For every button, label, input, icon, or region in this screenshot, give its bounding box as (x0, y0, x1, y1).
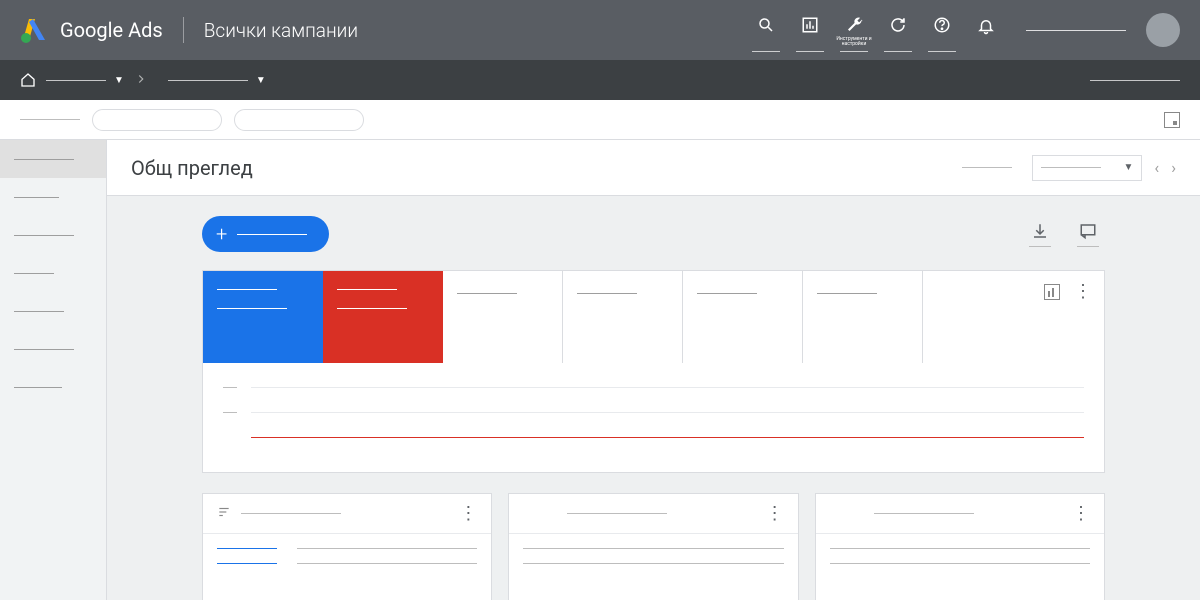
download-icon (1031, 222, 1049, 240)
card-menu-button[interactable]: ⋮ (459, 503, 477, 524)
wrench-icon (844, 15, 864, 35)
chart-area (203, 363, 1104, 472)
scorecard-2[interactable] (323, 271, 443, 363)
sidebar-item-5[interactable] (0, 330, 106, 368)
compare-label (962, 167, 1012, 168)
content-header: Общ преглед ▼ ‹ › (107, 140, 1200, 196)
refresh-icon (888, 15, 908, 35)
scorecard-1[interactable] (203, 271, 323, 363)
sort-icon (217, 505, 231, 523)
summary-card-1: ⋮ (202, 493, 492, 600)
filter-pill-1[interactable] (92, 109, 222, 131)
search-icon (756, 15, 776, 35)
left-sidebar (0, 140, 107, 600)
caret-down-icon: ▼ (114, 75, 124, 86)
breadcrumb-segment-1[interactable]: ▼ (46, 75, 124, 86)
caret-down-icon: ▼ (256, 75, 266, 86)
plus-icon: + (216, 222, 227, 246)
expand-chart-icon[interactable] (1044, 284, 1060, 300)
filter-label (20, 119, 80, 120)
next-period-button[interactable]: › (1171, 158, 1176, 177)
feedback-button[interactable] (1071, 222, 1105, 247)
new-campaign-button[interactable]: + (202, 216, 329, 252)
content-body: + (107, 196, 1200, 600)
tools-settings-tool[interactable]: Инструменти и настройки (834, 9, 874, 52)
help-tool[interactable] (922, 9, 962, 52)
bell-icon (976, 16, 996, 36)
layout-icon[interactable] (1164, 112, 1180, 128)
scorecard-3[interactable] (443, 271, 563, 363)
card-menu-button[interactable]: ⋮ (1074, 283, 1092, 301)
app-header: Google Ads Всички кампании Инструменти и… (0, 0, 1200, 60)
refresh-tool[interactable] (878, 9, 918, 52)
sidebar-item-4[interactable] (0, 292, 106, 330)
scorecard-4[interactable] (563, 271, 683, 363)
prev-period-button[interactable]: ‹ (1154, 158, 1159, 177)
google-ads-logo-icon (20, 16, 48, 44)
sidebar-item-1[interactable] (0, 178, 106, 216)
help-icon (932, 15, 952, 35)
scorecard-5[interactable] (683, 271, 803, 363)
card-menu-button[interactable]: ⋮ (766, 503, 784, 524)
sidebar-item-6[interactable] (0, 368, 106, 406)
caret-down-icon: ▼ (1123, 162, 1133, 173)
page-title: Общ преглед (131, 156, 253, 180)
reports-tool[interactable] (790, 9, 830, 52)
summary-card-3: ⋮ (815, 493, 1105, 600)
home-icon[interactable] (20, 72, 36, 88)
scorecard-row: ⋮ (203, 271, 1104, 363)
filter-pill-2[interactable] (234, 109, 364, 131)
overview-chart-card: ⋮ (202, 270, 1105, 473)
card-menu-button[interactable]: ⋮ (1072, 503, 1090, 524)
feedback-icon (1079, 222, 1097, 240)
download-button[interactable] (1023, 222, 1057, 247)
scorecard-6[interactable] (803, 271, 923, 363)
product-name: Google Ads (60, 18, 163, 42)
search-tool[interactable] (746, 9, 786, 52)
header-divider (183, 17, 184, 43)
user-avatar[interactable] (1146, 13, 1180, 47)
filter-bar (0, 100, 1200, 140)
date-nav: ‹ › (1154, 158, 1176, 177)
breadcrumb-right-slot[interactable] (1090, 80, 1180, 81)
date-range-selector[interactable]: ▼ (1032, 155, 1142, 181)
summary-card-2: ⋮ (508, 493, 798, 600)
product-logo[interactable]: Google Ads (20, 16, 163, 44)
chevron-right-icon (134, 71, 148, 90)
header-tools: Инструменти и настройки (746, 9, 1006, 52)
reports-icon (800, 15, 820, 35)
account-selector[interactable] (1026, 19, 1126, 31)
notifications-tool[interactable] (966, 10, 1006, 50)
sidebar-item-3[interactable] (0, 254, 106, 292)
sidebar-item-2[interactable] (0, 216, 106, 254)
sidebar-item-0[interactable] (0, 140, 106, 178)
header-scope-title: Всички кампании (204, 19, 358, 42)
breadcrumb-segment-2[interactable]: ▼ (168, 75, 266, 86)
breadcrumb-bar: ▼ ▼ (0, 60, 1200, 100)
